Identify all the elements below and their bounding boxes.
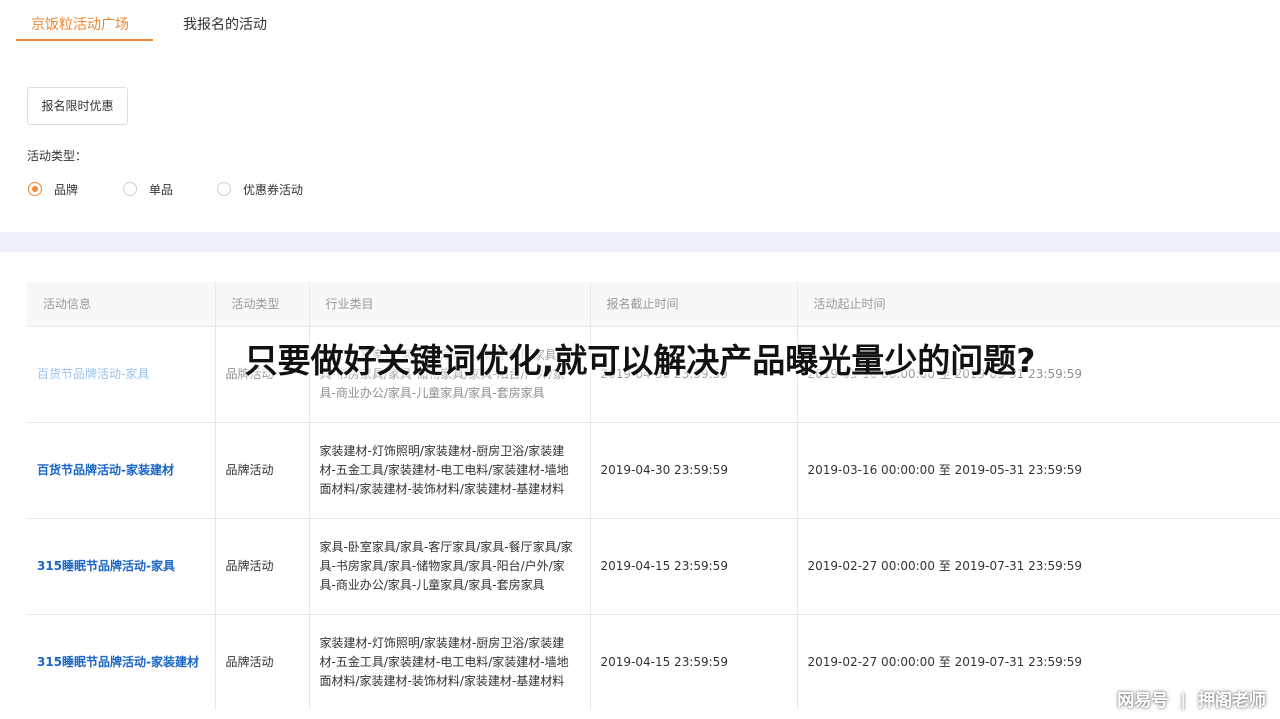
activity-table-section: 活动信息 活动类型 行业类目 报名截止时间 活动起止时间 百货节品牌活动-家具 … <box>0 252 1280 719</box>
watermark: 网易号 | 押阁老师 <box>1117 686 1266 711</box>
header-industry-category: 行业类目 <box>309 282 591 326</box>
active-tab-indicator <box>16 39 153 41</box>
category-cell: 家具-卧室家具/家具-客厅家具/家具-餐厅家具/家具-书房家具/家具-储物家具/… <box>309 517 591 614</box>
overlay-headline: 只要做好关键词优化,就可以解决产品曝光量少的问题? <box>244 341 1036 380</box>
period-cell: 2019-03-16 00:00:00 至 2019-05-31 23:59:5… <box>797 421 1280 518</box>
tab-activity-square[interactable]: 京饭粒活动广场 <box>31 14 129 42</box>
limited-offer-button[interactable]: 报名限时优惠 <box>27 87 128 125</box>
category-cell: 家装建材-灯饰照明/家装建材-厨房卫浴/家装建材-五金工具/家装建材-电工电料/… <box>309 613 591 710</box>
radio-brand-label: 品牌 <box>54 182 79 197</box>
activity-type-cell: 品牌活动 <box>215 421 310 518</box>
category-cell: 家装建材-灯饰照明/家装建材-厨房卫浴/家装建材-五金工具/家装建材-电工电料/… <box>309 421 591 518</box>
tab-bar: 京饭粒活动广场 我报名的活动 <box>0 0 1280 56</box>
header-deadline: 报名截止时间 <box>590 282 798 326</box>
filter-panel: 报名限时优惠 活动类型： 品牌 单品 优惠券活动 <box>0 56 1280 232</box>
radio-coupon-label: 优惠券活动 <box>243 182 304 197</box>
radio-unchecked-icon <box>123 182 137 196</box>
radio-coupon[interactable]: 优惠券活动 <box>217 180 303 198</box>
header-activity-info: 活动信息 <box>27 282 216 326</box>
activity-name-link[interactable]: 百货节品牌活动-家装建材 <box>27 421 216 518</box>
activity-type-cell: 品牌活动 <box>215 517 310 614</box>
activity-type-cell: 品牌活动 <box>215 613 310 710</box>
watermark-platform: 网易号 <box>1117 691 1169 711</box>
table-header-row: 活动信息 活动类型 行业类目 报名截止时间 活动起止时间 <box>27 282 1280 326</box>
header-period: 活动起止时间 <box>797 282 1280 326</box>
radio-checked-icon <box>28 182 42 196</box>
radio-brand[interactable]: 品牌 <box>28 180 78 198</box>
table-row: 百货节品牌活动-家装建材 品牌活动 家装建材-灯饰照明/家装建材-厨房卫浴/家装… <box>27 421 1280 518</box>
table-row: 315睡眠节品牌活动-家具 品牌活动 家具-卧室家具/家具-客厅家具/家具-餐厅… <box>27 517 1280 614</box>
radio-single-item[interactable]: 单品 <box>123 180 173 198</box>
watermark-author: 押阁老师 <box>1198 691 1266 711</box>
period-cell: 2019-02-27 00:00:00 至 2019-07-31 23:59:5… <box>797 517 1280 614</box>
activity-name-link[interactable]: 315睡眠节品牌活动-家具 <box>27 517 216 614</box>
radio-unchecked-icon <box>217 182 231 196</box>
activity-name-link[interactable]: 315睡眠节品牌活动-家装建材 <box>27 613 216 710</box>
deadline-cell: 2019-04-30 23:59:59 <box>590 421 798 518</box>
header-activity-type: 活动类型 <box>215 282 310 326</box>
tab-my-registered[interactable]: 我报名的活动 <box>183 14 267 42</box>
radio-single-item-label: 单品 <box>149 182 174 197</box>
table-row: 315睡眠节品牌活动-家装建材 品牌活动 家装建材-灯饰照明/家装建材-厨房卫浴… <box>27 613 1280 710</box>
deadline-cell: 2019-04-15 23:59:59 <box>590 517 798 614</box>
deadline-cell: 2019-04-15 23:59:59 <box>590 613 798 710</box>
watermark-separator: | <box>1180 691 1186 711</box>
activity-type-label: 活动类型： <box>27 149 88 163</box>
